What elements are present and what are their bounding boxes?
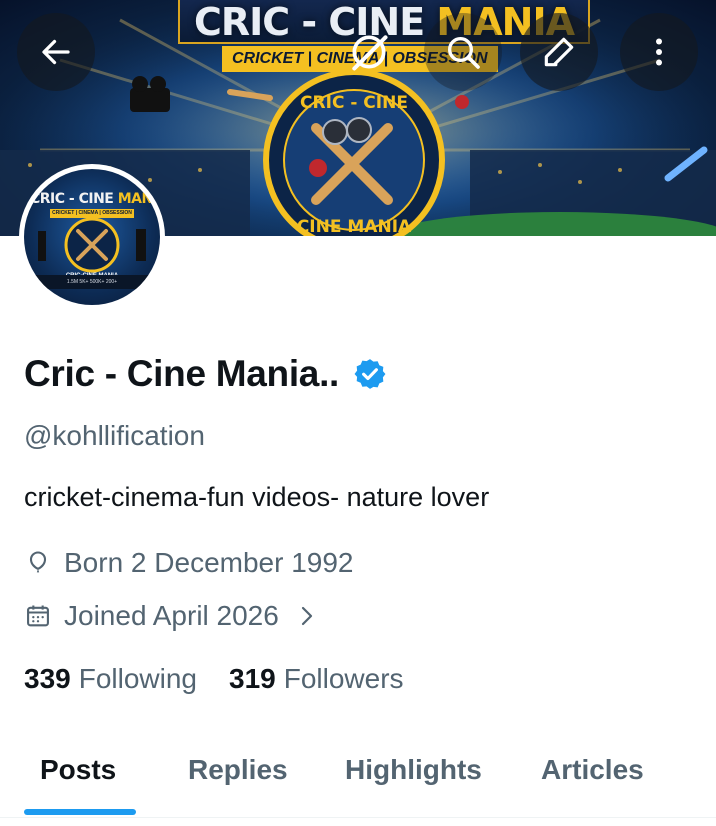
tab-highlights[interactable]: Highlights (345, 754, 482, 786)
more-vertical-icon (656, 38, 662, 66)
verified-badge-icon[interactable] (353, 357, 387, 391)
badge-top-text: CRIC - CINE (300, 93, 408, 113)
name-row: Cric - Cine Mania.. (24, 350, 387, 398)
grok-icon (352, 35, 388, 71)
joined-row[interactable]: Joined April 2026 (24, 599, 329, 633)
following-label: Following (78, 663, 197, 694)
user-handle: @kohllification (24, 420, 205, 451)
pencil-icon (544, 37, 574, 67)
tabs-divider (0, 817, 716, 818)
avatar-subtitle: CRICKET | CINEMA | OBSESSION (50, 209, 134, 218)
active-tab-indicator (24, 809, 136, 815)
avatar-image: CRIC - CINE MANIA CRICKET | CINEMA | OBS… (24, 169, 160, 305)
birthdate-row: Born 2 December 1992 (24, 546, 354, 580)
followers-label: Followers (283, 663, 404, 694)
more-options-button[interactable] (620, 13, 698, 91)
followers-count: 319 (229, 663, 276, 694)
avatar[interactable]: CRIC - CINE MANIA CRICKET | CINEMA | OBS… (19, 164, 165, 310)
tab-replies[interactable]: Replies (188, 754, 288, 786)
arrow-left-icon (42, 39, 70, 65)
user-bio: cricket-cinema-fun videos- nature lover (24, 482, 490, 512)
badge-bottom-text: CINE MANIA (297, 217, 412, 236)
edit-button[interactable] (520, 13, 598, 91)
balloon-icon (29, 551, 47, 573)
display-name: Cric - Cine Mania.. (24, 353, 340, 394)
following-count: 339 (24, 663, 71, 694)
search-button[interactable] (424, 13, 502, 91)
followers-link[interactable]: 319 Followers (229, 663, 404, 695)
calendar-icon (27, 605, 49, 627)
avatar-footer-text: 1.5M 5K+ 500K+ 200+ (24, 275, 160, 289)
follow-stats: 339 Following 319 Followers (24, 662, 404, 696)
tab-posts[interactable]: Posts (40, 754, 116, 786)
joined-text: Joined April 2026 (64, 600, 279, 631)
following-link[interactable]: 339 Following (24, 663, 197, 695)
tab-articles[interactable]: Articles (541, 754, 644, 786)
avatar-title: CRIC - CINE MANIA (30, 191, 160, 207)
chevron-right-icon (301, 606, 312, 626)
search-icon (448, 37, 480, 69)
back-button[interactable] (17, 13, 95, 91)
birthdate-text: Born 2 December 1992 (64, 547, 354, 578)
profile-tabs: Posts Replies Highlights Articles (0, 726, 716, 821)
grok-button[interactable] (330, 13, 408, 91)
